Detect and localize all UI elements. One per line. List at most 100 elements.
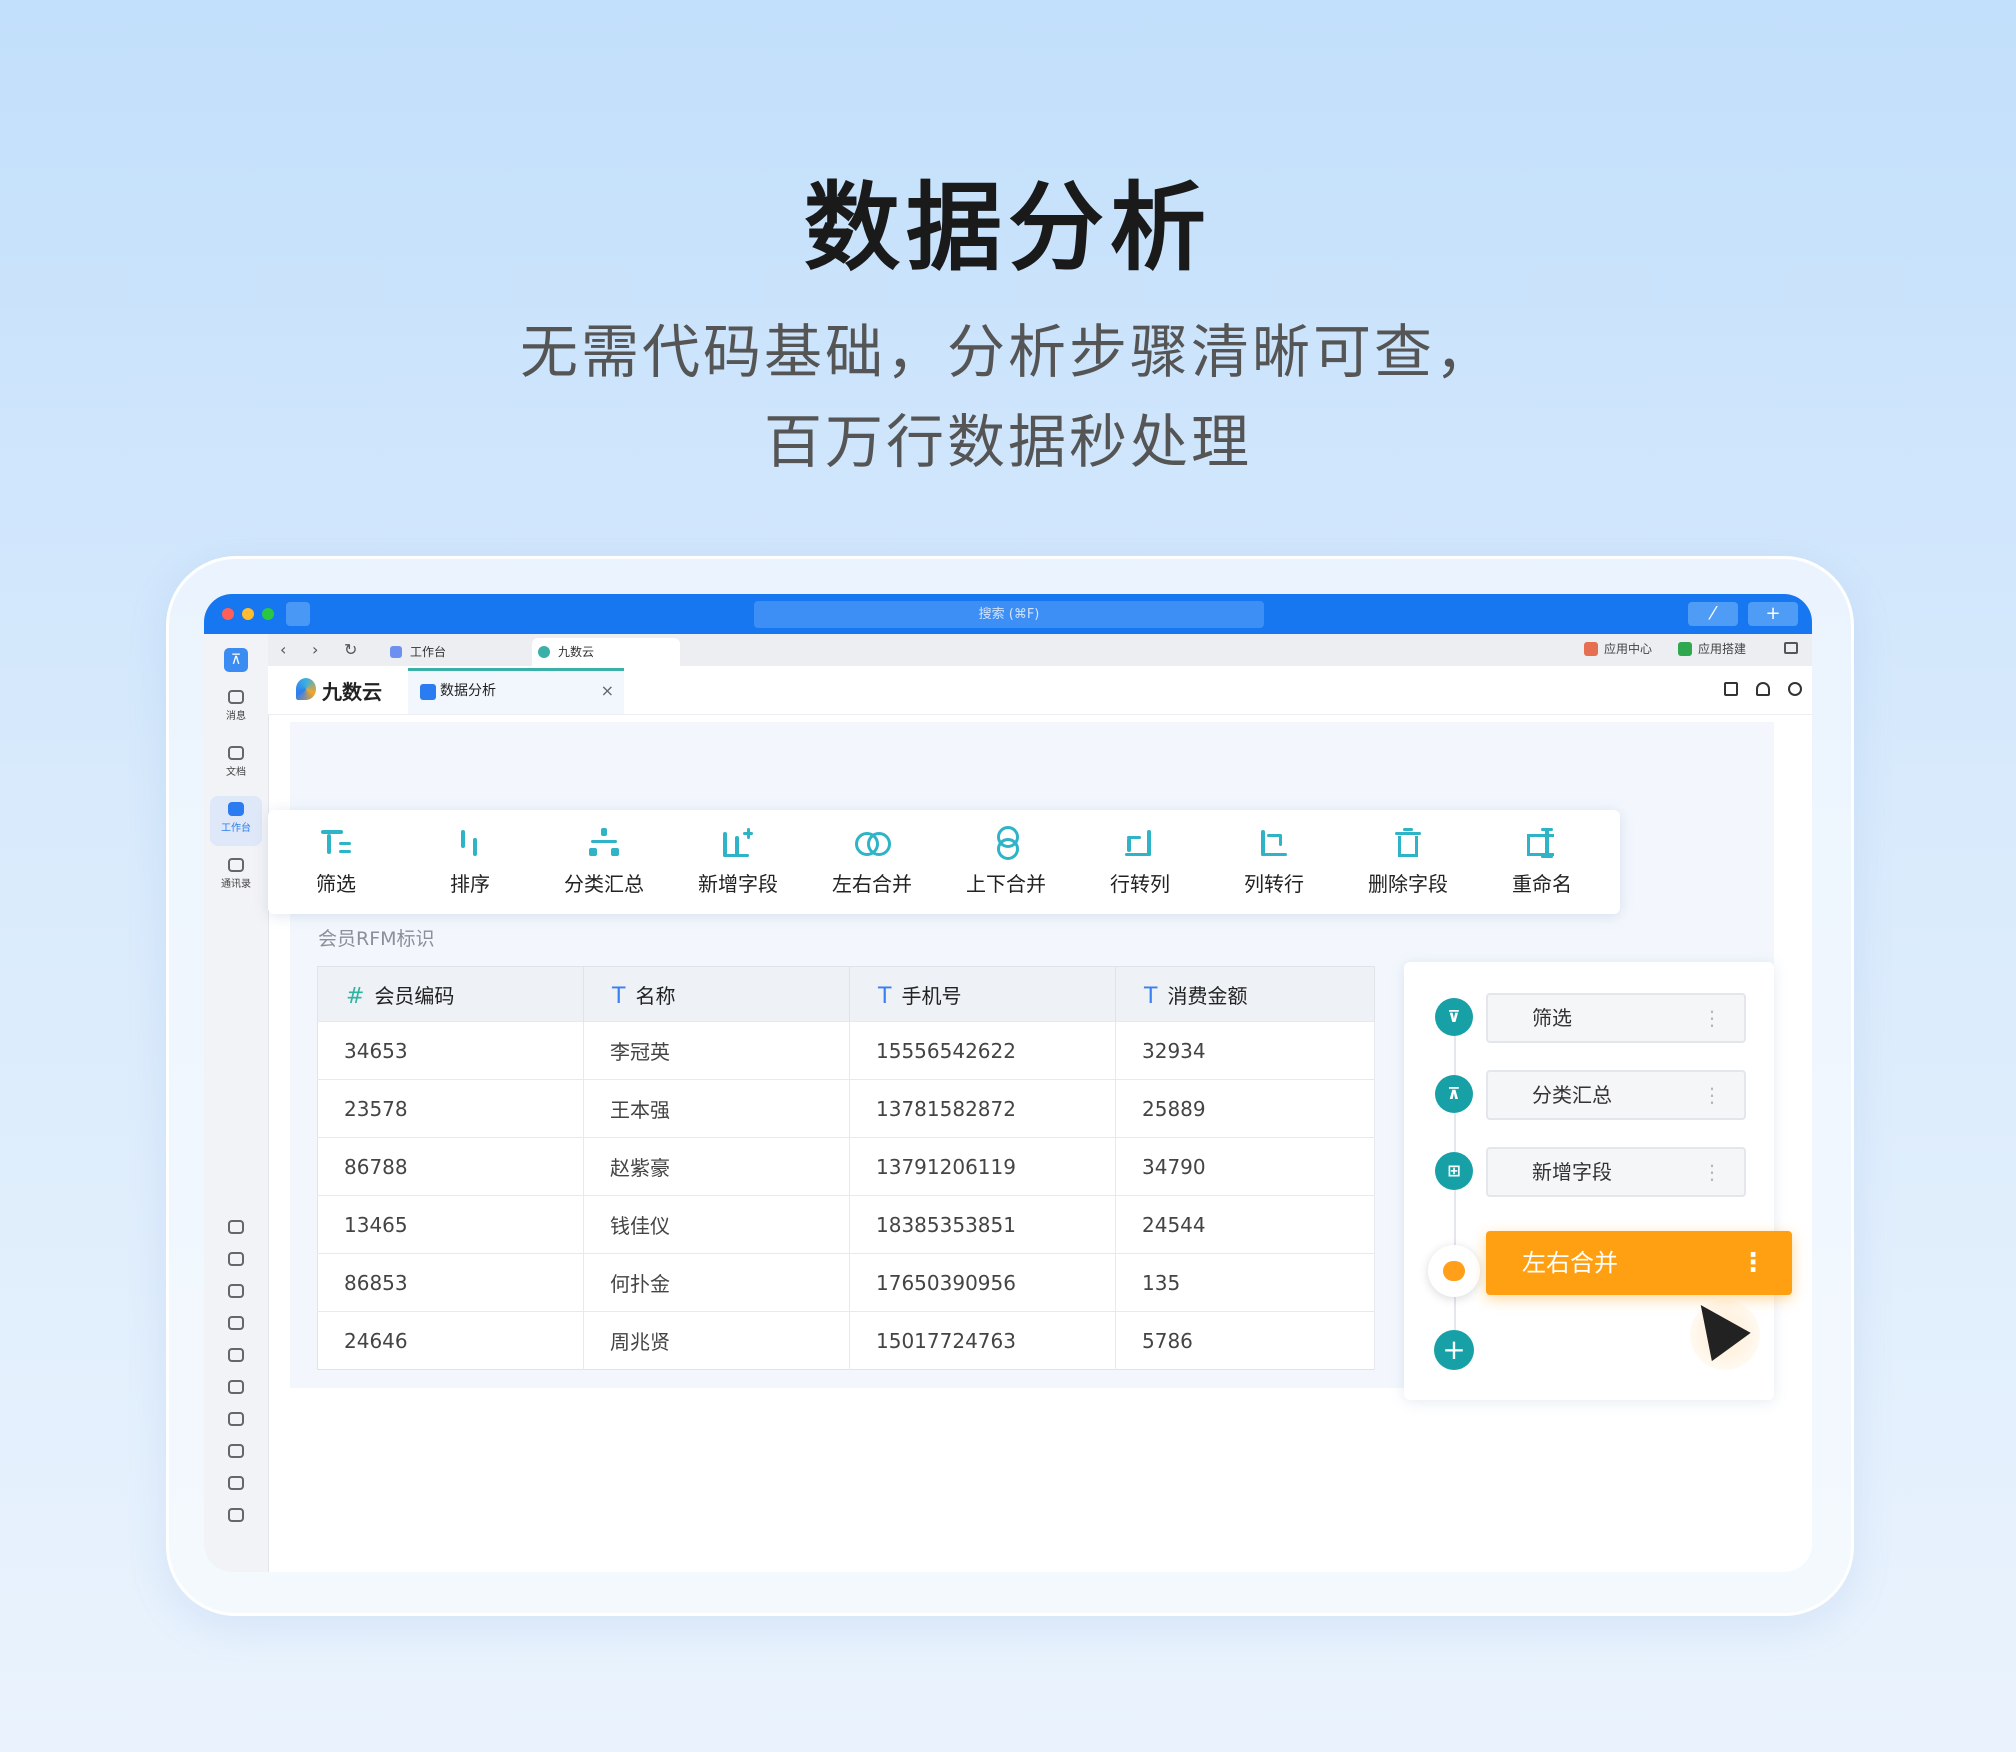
tool-label: 行转列 [1110, 872, 1170, 896]
step-dot-add-field: ⊞ [1435, 1152, 1473, 1190]
column-header-phone[interactable]: T 手机号 [849, 966, 1116, 1022]
app-build-label: 应用搭建 [1698, 642, 1747, 656]
rail-item-messages[interactable]: 消息 [210, 684, 262, 734]
minimize-window-dot[interactable] [242, 608, 254, 620]
tool-rename[interactable]: 重命名 [1474, 810, 1610, 914]
browser-tab-label: 工作台 [410, 645, 447, 659]
hero-title: 数据分析 [804, 172, 1212, 284]
brand-name: 九数云 [322, 680, 382, 704]
tab-label: 数据分析 [440, 683, 496, 699]
org-logo-icon[interactable]: ⊼ [224, 648, 248, 672]
table-row[interactable]: 86853 何扑金 17650390956 135 [317, 1253, 1375, 1312]
cell-member-id: 13465 [317, 1195, 584, 1254]
tool-sort[interactable]: 排序 [402, 810, 538, 914]
calendar-icon[interactable] [228, 1284, 244, 1298]
column-label: 会员编码 [374, 983, 455, 1008]
tool-group-summary[interactable]: 分类汇总 [536, 810, 672, 914]
tool-label: 重命名 [1512, 872, 1572, 896]
rail-item-documents[interactable]: 文档 [210, 740, 262, 790]
tool-row-to-column[interactable]: 行转列 [1072, 810, 1208, 914]
app-build-button[interactable]: 应用搭建 [1678, 640, 1746, 657]
rail-item-label: 通讯录 [221, 879, 251, 890]
rail-item-workbench[interactable]: 工作台 [210, 796, 262, 846]
step-menu-icon[interactable]: ⋮ [1740, 1231, 1766, 1295]
titlebar-action-button[interactable]: ⁄ [1688, 602, 1738, 626]
close-window-dot[interactable] [222, 608, 234, 620]
cell-amount: 34790 [1115, 1137, 1375, 1196]
archive-icon[interactable] [228, 1508, 244, 1522]
column-header-name[interactable]: T 名称 [583, 966, 850, 1022]
step-card-merge-horizontal-active[interactable]: 左右合并 ⋮ [1486, 1231, 1792, 1295]
tab-data-analysis[interactable]: 数据分析 × [408, 668, 624, 714]
browser-tab-workbench[interactable]: 工作台 [384, 638, 524, 666]
cell-amount: 25889 [1115, 1079, 1375, 1138]
table-row[interactable]: 86788 赵紫豪 13791206119 34790 [317, 1137, 1375, 1196]
maximize-window-dot[interactable] [262, 608, 274, 620]
text-type-icon: T [1144, 983, 1158, 1009]
new-window-button[interactable]: + [1748, 602, 1798, 626]
cell-phone: 18385353851 [849, 1195, 1116, 1254]
tool-filter[interactable]: 筛选 [268, 810, 404, 914]
step-menu-icon[interactable]: ⋮ [1702, 1072, 1722, 1118]
back-icon[interactable]: ‹ [280, 640, 286, 659]
table-row[interactable]: 23578 王本强 13781582872 25889 [317, 1079, 1375, 1138]
tool-delete-field[interactable]: 删除字段 [1340, 810, 1476, 914]
step-dot-filter: ⊽ [1435, 998, 1473, 1036]
list-icon[interactable] [1724, 682, 1738, 696]
cell-amount: 24544 [1115, 1195, 1375, 1254]
table-row[interactable]: 13465 钱佳仪 18385353851 24544 [317, 1195, 1375, 1254]
lightning-icon[interactable] [228, 1348, 244, 1362]
task-icon[interactable] [228, 1316, 244, 1330]
tool-merge-vertical[interactable]: 上下合并 [938, 810, 1074, 914]
cell-name: 王本强 [583, 1079, 850, 1138]
table-row[interactable]: 34653 李冠英 15556542622 32934 [317, 1021, 1375, 1080]
step-label: 筛选 [1532, 1006, 1572, 1030]
cell-phone: 15556542622 [849, 1021, 1116, 1080]
step-dot-group-summary: ⊼ [1435, 1075, 1473, 1113]
tool-label: 左右合并 [832, 872, 912, 896]
brand-logo[interactable]: 九数云 [296, 676, 382, 705]
tool-merge-horizontal[interactable]: 左右合并 [804, 810, 940, 914]
table-row[interactable]: 24646 周兆贤 15017724763 5786 [317, 1311, 1375, 1370]
document-icon [228, 746, 244, 760]
add-step-button[interactable]: + [1434, 1330, 1474, 1370]
phone-icon[interactable] [228, 1220, 244, 1234]
global-search-input[interactable]: 搜索 (⌘F) [754, 601, 1264, 628]
step-card-filter[interactable]: 筛选 ⋮ [1486, 993, 1746, 1043]
column-header-member-id[interactable]: # 会员编码 [317, 966, 584, 1022]
text-type-icon: T [612, 983, 626, 1009]
browser-tab-jiushuyun[interactable]: 九数云 [532, 638, 680, 666]
column-header-amount[interactable]: T 消费金额 [1115, 966, 1375, 1022]
tool-add-field[interactable]: 新增字段 [670, 810, 806, 914]
refresh-icon[interactable]: ↻ [344, 640, 357, 659]
mail-icon[interactable] [228, 1412, 244, 1426]
step-card-group-summary[interactable]: 分类汇总 ⋮ [1486, 1070, 1746, 1120]
filter-icon [319, 826, 353, 860]
cell-amount: 5786 [1115, 1311, 1375, 1370]
note-icon[interactable] [228, 1476, 244, 1490]
tool-column-to-row[interactable]: 列转行 [1206, 810, 1342, 914]
forward-icon[interactable]: › [312, 640, 318, 659]
app-center-button[interactable]: 应用中心 [1584, 640, 1652, 657]
contacts-icon [228, 858, 244, 872]
rail-item-contacts[interactable]: 通讯录 [210, 852, 262, 902]
step-card-add-field[interactable]: 新增字段 ⋮ [1486, 1147, 1746, 1197]
filter-icon: ⊽ [1447, 1007, 1461, 1026]
format-icon[interactable] [228, 1380, 244, 1394]
close-tab-icon[interactable]: × [601, 671, 614, 711]
rail-item-label: 消息 [226, 711, 246, 722]
apps-icon[interactable] [228, 1444, 244, 1458]
sidebar-toggle-icon[interactable] [286, 602, 310, 626]
window-switch-icon[interactable] [1784, 642, 1798, 654]
step-label: 新增字段 [1532, 1160, 1612, 1184]
step-label: 分类汇总 [1532, 1083, 1612, 1107]
bell-icon[interactable] [1756, 682, 1770, 696]
timer-icon[interactable] [1788, 682, 1802, 696]
cloud-icon[interactable] [228, 1252, 244, 1266]
step-menu-icon[interactable]: ⋮ [1702, 995, 1722, 1041]
delete-field-icon [1391, 826, 1425, 860]
brand-mark-icon [296, 678, 316, 700]
step-menu-icon[interactable]: ⋮ [1702, 1149, 1722, 1195]
cell-name: 何扑金 [583, 1253, 850, 1312]
number-type-icon: # [346, 983, 365, 1009]
